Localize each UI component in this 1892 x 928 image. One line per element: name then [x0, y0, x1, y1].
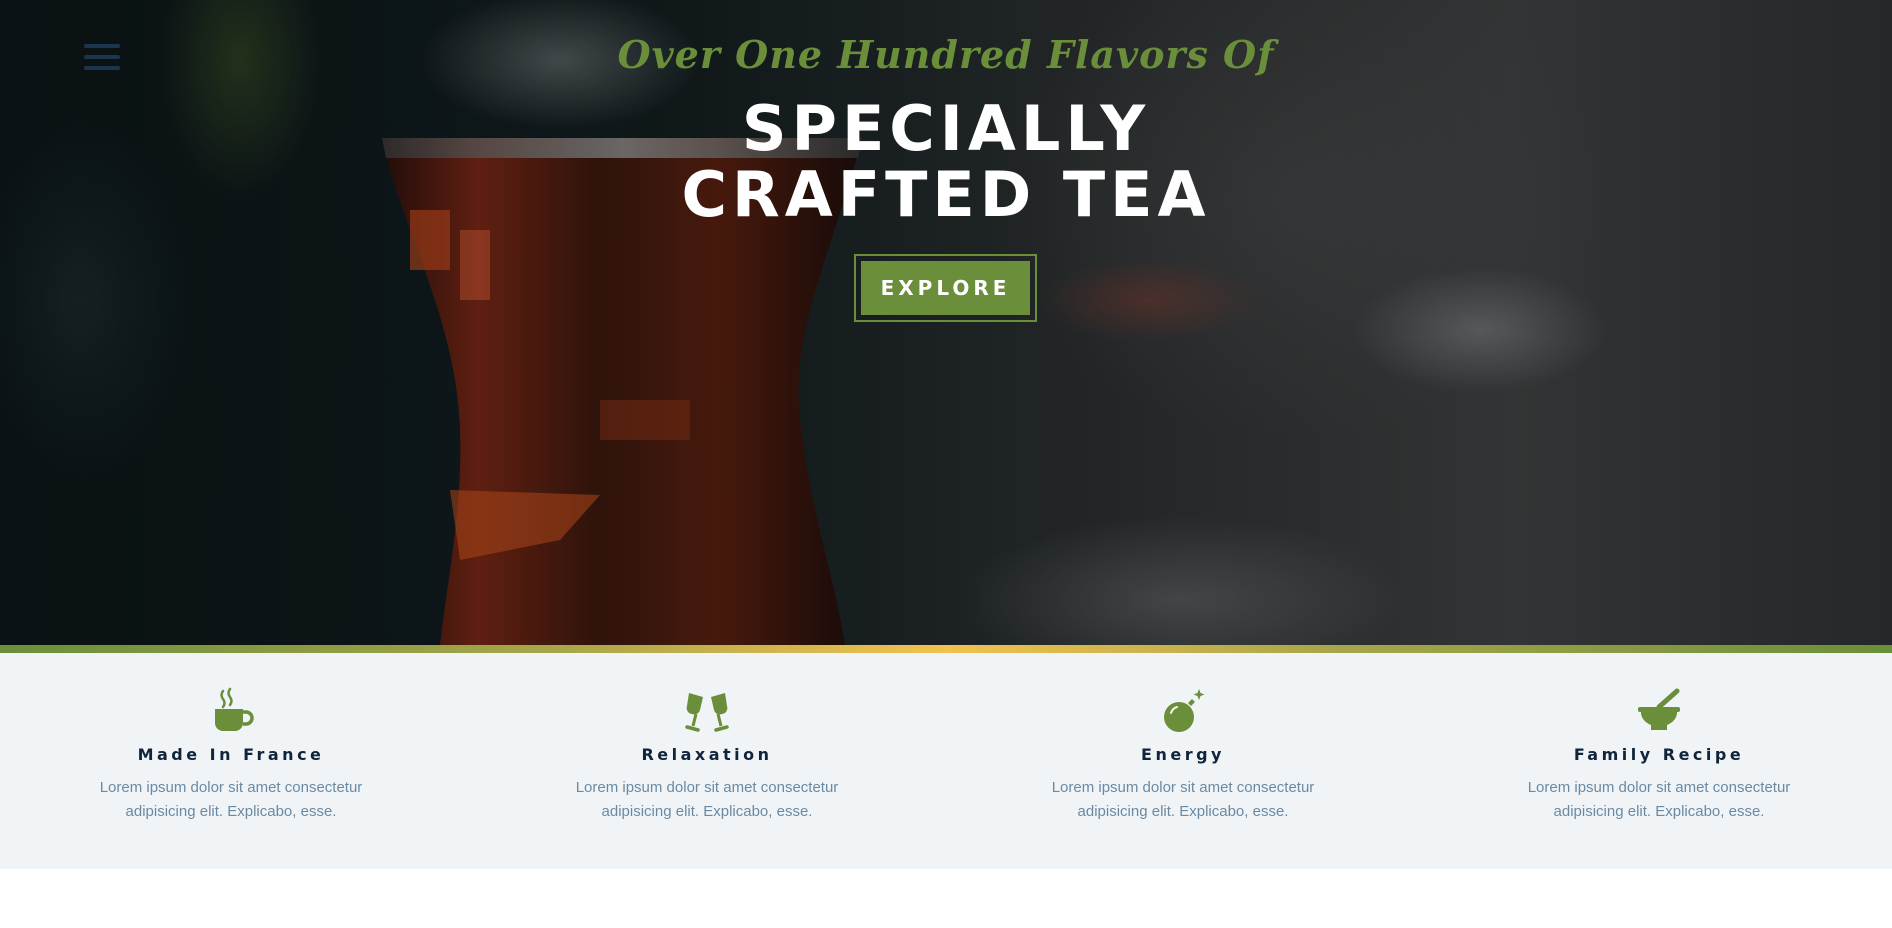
feature-description: Lorem ipsum dolor sit amet consectetur a…	[1033, 776, 1333, 824]
feature-family-recipe: Family Recipe Lorem ipsum dolor sit amet…	[1509, 687, 1809, 824]
feature-title: Family Recipe	[1573, 745, 1745, 764]
feature-description-line-2: adipisicing elit. Explicabo, esse.	[125, 803, 337, 820]
explore-button[interactable]: EXPLORE	[861, 261, 1030, 315]
bomb-icon	[1164, 689, 1205, 732]
feature-description-line-2: adipisicing elit. Explicabo, esse.	[1553, 803, 1765, 820]
feature-description-line-1: Lorem ipsum dolor sit amet consectetur	[99, 779, 363, 796]
accent-divider	[0, 645, 1892, 653]
hero-title-line-1: SPECIALLY	[741, 92, 1151, 165]
hero-title-line-2: CRAFTED TEA	[681, 158, 1211, 231]
feature-description: Lorem ipsum dolor sit amet consectetur a…	[557, 776, 857, 824]
feature-description-line-2: adipisicing elit. Explicabo, esse.	[601, 803, 813, 820]
feature-title: Made In France	[137, 745, 325, 764]
feature-title: Energy	[1141, 745, 1225, 764]
mortar-pestle-icon	[1638, 688, 1680, 730]
feature-relaxation: Relaxation Lorem ipsum dolor sit amet co…	[557, 687, 857, 824]
explore-button-frame: EXPLORE	[854, 254, 1037, 322]
feature-description-line-2: adipisicing elit. Explicabo, esse.	[1077, 803, 1289, 820]
mug-hot-icon	[215, 687, 254, 731]
features-section: Made In France Lorem ipsum dolor sit ame…	[0, 653, 1892, 869]
feature-description: Lorem ipsum dolor sit amet consectetur a…	[1509, 776, 1809, 824]
glass-cheers-icon	[685, 693, 729, 732]
feature-title: Relaxation	[641, 745, 773, 764]
hero-section: Over One Hundred Flavors Of SPECIALLY CR…	[0, 0, 1892, 645]
feature-description-line-1: Lorem ipsum dolor sit amet consectetur	[1527, 779, 1791, 796]
hero-title: SPECIALLY CRAFTED TEA	[0, 96, 1892, 228]
feature-made-in-france: Made In France Lorem ipsum dolor sit ame…	[81, 687, 381, 824]
feature-energy: Energy Lorem ipsum dolor sit amet consec…	[1033, 687, 1333, 824]
feature-description-line-1: Lorem ipsum dolor sit amet consectetur	[575, 779, 839, 796]
hero-script-heading: Over One Hundred Flavors Of	[617, 32, 1275, 77]
feature-description-line-1: Lorem ipsum dolor sit amet consectetur	[1051, 779, 1315, 796]
feature-description: Lorem ipsum dolor sit amet consectetur a…	[81, 776, 381, 824]
